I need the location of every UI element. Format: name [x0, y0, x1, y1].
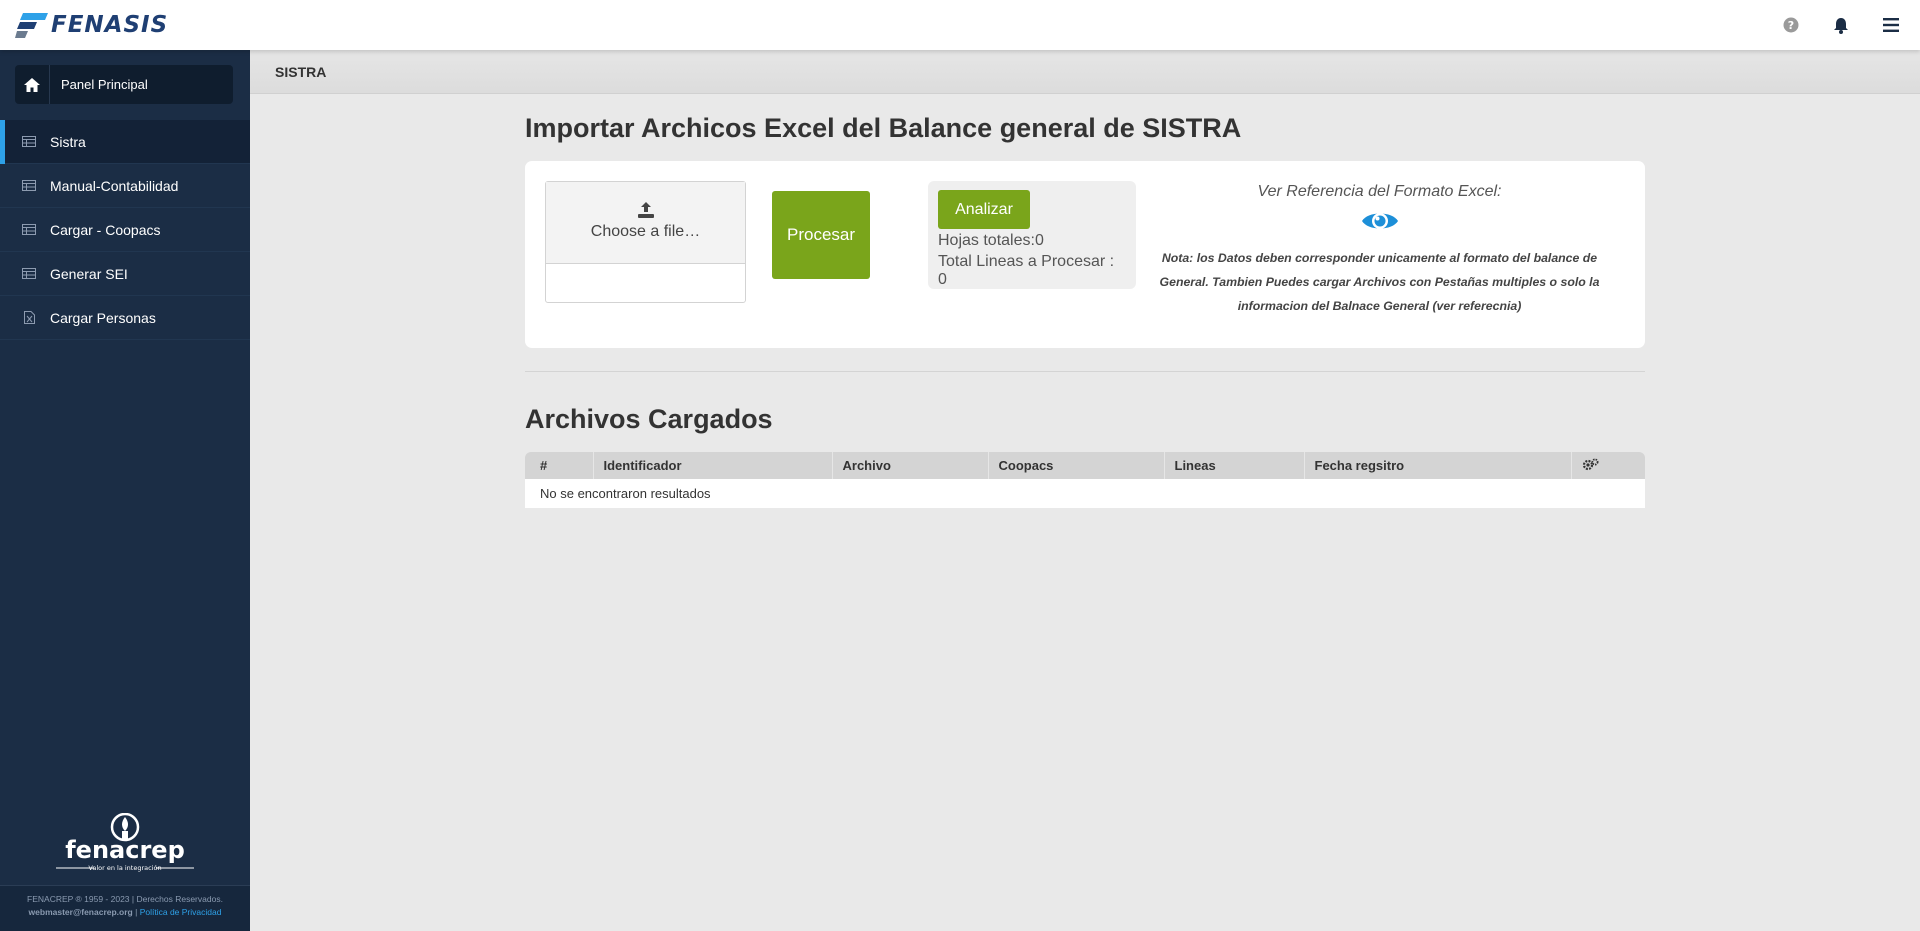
table-row: No se encontraron resultados: [525, 479, 1645, 508]
bell-icon[interactable]: [1830, 14, 1852, 36]
svg-text:?: ?: [1788, 19, 1794, 32]
column-header[interactable]: #: [525, 452, 594, 479]
table-icon: [21, 224, 37, 236]
upload-icon: [637, 202, 654, 218]
table-icon: [21, 180, 37, 192]
format-reference: Ver Referencia del Formato Excel: Nota: …: [1136, 183, 1623, 318]
empty-results-message: No se encontraron resultados: [525, 479, 1645, 508]
fenasis-logo-icon: [15, 13, 48, 38]
sheets-total: Hojas totales:0: [938, 232, 1044, 249]
webmaster-email: webmaster@fenacrep.org: [28, 907, 133, 917]
breadcrumb-label: SISTRA: [275, 63, 327, 80]
footer-separator: |: [135, 907, 138, 917]
file-input[interactable]: Choose a file…: [545, 181, 746, 303]
sidebar-item-label: Cargar Personas: [50, 309, 156, 326]
column-header[interactable]: Archivo: [832, 452, 989, 479]
sidebar-item-manual-contabilidad[interactable]: Manual-Contabilidad: [0, 164, 250, 208]
home-icon: [15, 65, 50, 104]
sidebar: Panel Principal Sistra Manual-Contabilid…: [0, 50, 250, 931]
table-header-row: # Identificador Archivo Coopacs Lineas F…: [525, 452, 1645, 479]
divider: [525, 371, 1645, 372]
fenacrep-tagline: Valor en la integración: [88, 864, 161, 872]
file-drop-area[interactable]: Choose a file…: [546, 182, 745, 264]
lines-total: Total Lineas a Procesar : 0: [938, 253, 1115, 288]
sidebar-item-label: Generar SEI: [50, 265, 128, 282]
logo-text: FENASIS: [51, 12, 169, 38]
privacy-policy-link[interactable]: Política de Privacidad: [140, 907, 222, 917]
sidebar-item-cargar-personas[interactable]: Cargar Personas: [0, 296, 250, 340]
cogs-icon: [1582, 458, 1598, 470]
column-header[interactable]: Lineas: [1164, 452, 1305, 479]
sidebar-item-label: Sistra: [50, 133, 86, 150]
procesar-button[interactable]: Procesar: [772, 191, 870, 279]
uploaded-files-table: # Identificador Archivo Coopacs Lineas F…: [525, 452, 1645, 508]
analyze-panel: Analizar Hojas totales:0 Total Lineas a …: [928, 181, 1136, 289]
eye-icon[interactable]: [1361, 208, 1399, 234]
file-input-label: Choose a file…: [590, 223, 701, 240]
panel-principal-label: Panel Principal: [61, 77, 148, 92]
reference-title: Ver Referencia del Formato Excel:: [1257, 183, 1502, 200]
sidebar-item-cargar-coopacs[interactable]: Cargar - Coopacs: [0, 208, 250, 252]
sidebar-item-sistra[interactable]: Sistra: [0, 120, 250, 164]
column-header[interactable]: Identificador: [593, 452, 833, 479]
sidebar-nav: Sistra Manual-Contabilidad Cargar - Coop…: [0, 120, 250, 340]
panel-principal-button[interactable]: Panel Principal: [15, 65, 233, 104]
file-excel-icon: [21, 311, 37, 324]
app-logo[interactable]: FENASIS: [15, 11, 168, 39]
table-icon: [21, 268, 37, 280]
fenacrep-logo: fenacrep Valor en la integración: [50, 812, 200, 873]
sidebar-item-label: Cargar - Coopacs: [50, 221, 161, 238]
menu-icon[interactable]: [1880, 14, 1902, 36]
column-header[interactable]: Fecha regsitro: [1304, 452, 1572, 479]
copyright-text: FENACREP ® 1959 - 2023 | Derechos Reserv…: [27, 894, 223, 904]
format-note: Nota: los Datos deben corresponder unica…: [1159, 251, 1600, 313]
upload-card: Choose a file… Procesar Analizar Hojas t…: [525, 161, 1645, 348]
page-title: Importar Archicos Excel del Balance gene…: [525, 113, 1242, 143]
actions-column-header: [1571, 452, 1645, 479]
uploaded-files-title: Archivos Cargados: [525, 404, 773, 434]
sidebar-item-label: Manual-Contabilidad: [50, 177, 179, 194]
fenacrep-logo-text: fenacrep: [65, 836, 185, 864]
help-icon[interactable]: ?: [1780, 14, 1802, 36]
table-icon: [21, 136, 37, 148]
sidebar-footer: FENACREP ® 1959 - 2023 | Derechos Reserv…: [0, 885, 250, 931]
column-header[interactable]: Coopacs: [988, 452, 1165, 479]
breadcrumb: SISTRA: [250, 50, 1920, 94]
top-bar: FENASIS ?: [0, 0, 1920, 50]
sidebar-item-generar-sei[interactable]: Generar SEI: [0, 252, 250, 296]
analizar-button[interactable]: Analizar: [938, 190, 1030, 229]
